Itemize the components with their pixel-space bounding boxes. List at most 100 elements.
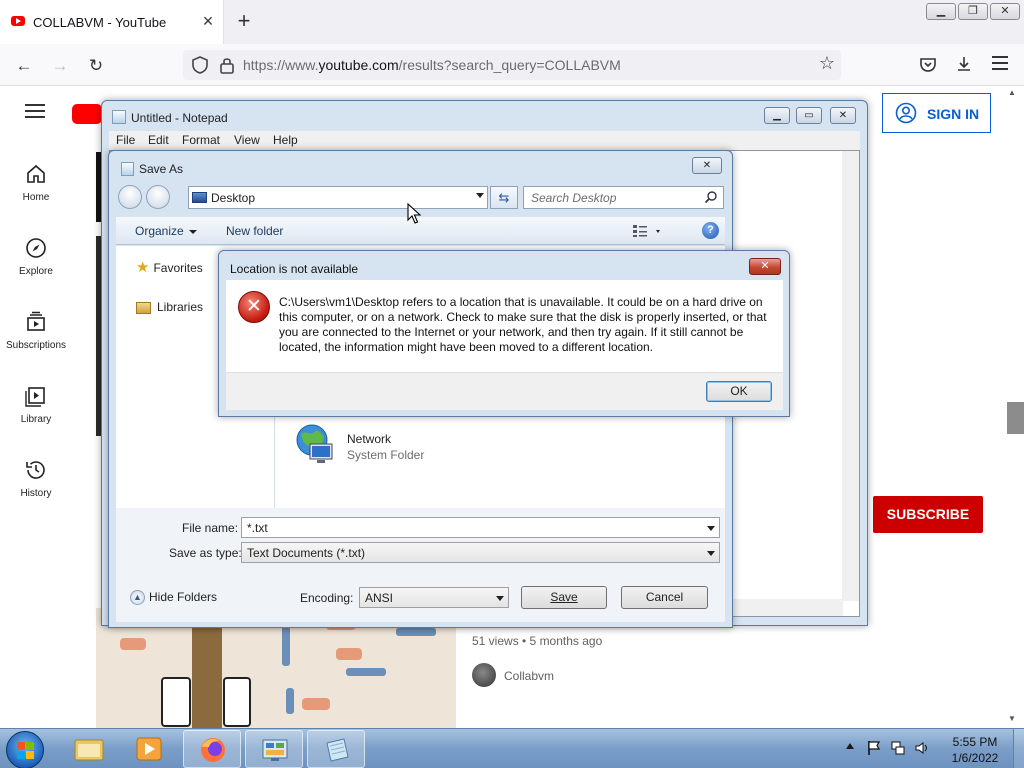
collapse-arrow-icon: ▲ [130,590,145,606]
error-icon: ✕ [238,291,270,323]
youtube-logo-icon[interactable] [72,104,102,124]
hide-folders-button[interactable]: ▲ Hide Folders [130,590,217,606]
file-name-dropdown-icon[interactable] [707,526,715,531]
refresh-icon[interactable]: ⇆ [490,186,518,209]
clock-date: 1/6/2022 [951,751,999,765]
notepad-minimize-button[interactable]: ▁ [764,107,790,124]
menu-icon[interactable] [992,56,1008,70]
forward-icon[interactable]: → [46,52,74,80]
video-metadata: 51 views • 5 months ago [472,634,603,648]
system-clock[interactable]: 5:55 PM 1/6/2022 [940,734,1010,766]
library-icon [25,387,45,407]
search-icon[interactable] [704,190,718,204]
ok-button[interactable]: OK [706,381,772,402]
file-name-value: *.txt [247,521,268,535]
bookmark-star-icon[interactable]: ☆ [819,53,835,74]
menu-help[interactable]: Help [273,133,298,147]
channel-name[interactable]: Collabvm [504,669,554,683]
lock-icon[interactable] [219,55,235,75]
subscriptions-icon [27,311,45,331]
notepad-title: Untitled - Notepad [131,111,228,125]
volume-icon[interactable] [914,740,930,756]
cancel-button[interactable]: Cancel [621,586,708,609]
notepad-taskbar-icon[interactable] [307,730,365,768]
menu-file[interactable]: File [116,133,135,147]
organize-label: Organize [135,224,184,238]
save-type-dropdown-icon[interactable] [707,551,715,556]
control-panel-taskbar-icon[interactable] [245,730,303,768]
search-input[interactable]: Search Desktop [523,186,724,209]
browser-tab-bar: COLLABVM - YouTube × + ▁ ❐ ✕ [0,0,1024,44]
nav-item-explore[interactable]: Explore [0,236,72,277]
hamburger-menu-icon[interactable] [25,104,45,120]
view-options-icon[interactable] [632,224,664,238]
pocket-icon[interactable] [919,56,937,74]
network-status-icon[interactable] [890,740,906,756]
back-icon[interactable]: ← [10,52,38,80]
nav-item-history[interactable]: History [0,458,72,499]
scroll-up-arrow-icon[interactable]: ▲ [1008,88,1016,97]
error-dialog-close-button[interactable]: ✕ [749,258,781,275]
address-bar[interactable]: Desktop [188,186,488,209]
nav-item-subscriptions[interactable]: Subscriptions [0,310,72,351]
shield-icon[interactable] [191,55,209,75]
url-path: /results?search_query=COLLABVM [398,57,621,73]
favorites-label: Favorites [153,261,203,275]
network-item-name[interactable]: Network [347,432,391,446]
channel-avatar[interactable] [472,663,496,687]
notepad-icon [112,110,126,124]
close-button[interactable]: ✕ [990,3,1020,20]
network-item-type: System Folder [347,448,425,462]
help-icon[interactable]: ? [702,222,719,239]
explorer-taskbar-icon[interactable] [60,730,118,768]
notepad-close-button[interactable]: ✕ [830,107,856,124]
restore-button[interactable]: ❐ [958,3,988,20]
subscribe-button[interactable]: SUBSCRIBE [873,496,983,533]
nav-libraries[interactable]: Libraries [136,300,203,314]
encoding-select[interactable]: ANSI [359,587,509,608]
url-bar[interactable]: https://www.youtube.com/results?search_q… [183,50,841,80]
organize-button[interactable]: Organize [135,224,197,238]
nav-favorites[interactable]: ★ Favorites [136,258,203,276]
show-desktop-button[interactable] [1013,729,1024,768]
start-button[interactable] [6,731,44,768]
scroll-down-arrow-icon[interactable]: ▼ [1008,714,1016,723]
action-center-flag-icon[interactable] [866,740,882,756]
reload-icon[interactable]: ↻ [82,52,110,80]
back-nav-icon[interactable] [118,185,142,209]
encoding-dropdown-icon[interactable] [496,596,504,601]
download-icon[interactable] [955,55,973,73]
show-hidden-icons-icon[interactable] [846,743,854,749]
save-type-select[interactable]: Text Documents (*.txt) [241,542,720,563]
menu-view[interactable]: View [234,133,260,147]
nav-item-library[interactable]: Library [0,384,72,425]
address-dropdown-icon[interactable] [476,193,484,198]
browser-tab[interactable]: COLLABVM - YouTube × [0,0,224,44]
nav-item-home[interactable]: Home [0,162,72,203]
save-as-form: File name: *.txt Save as type: Text Docu… [116,508,725,622]
network-globe-icon[interactable] [294,422,334,466]
firefox-taskbar-icon[interactable] [183,730,241,768]
minimize-button[interactable]: ▁ [926,3,956,20]
sign-in-button[interactable]: SIGN IN [882,93,991,133]
file-name-input[interactable]: *.txt [241,517,720,538]
notepad-maximize-button[interactable]: ▭ [796,107,822,124]
page-scrollbar-thumb[interactable] [1007,402,1024,434]
media-player-taskbar-icon[interactable] [120,730,178,768]
save-button[interactable]: Save [521,586,607,609]
encoding-value: ANSI [365,591,394,605]
pane-divider[interactable] [274,416,275,508]
forward-nav-icon[interactable] [146,185,170,209]
save-as-icon [121,162,134,176]
account-icon [895,102,917,124]
menu-edit[interactable]: Edit [148,133,169,147]
compass-icon [26,238,46,258]
notepad-vertical-scrollbar[interactable] [842,151,859,601]
save-as-close-button[interactable]: ✕ [692,157,722,174]
home-icon [27,164,45,183]
tab-close-icon[interactable]: × [198,11,218,31]
address-location: Desktop [211,191,256,205]
new-tab-icon[interactable]: + [233,10,255,33]
new-folder-button[interactable]: New folder [226,224,283,238]
menu-format[interactable]: Format [182,133,220,147]
